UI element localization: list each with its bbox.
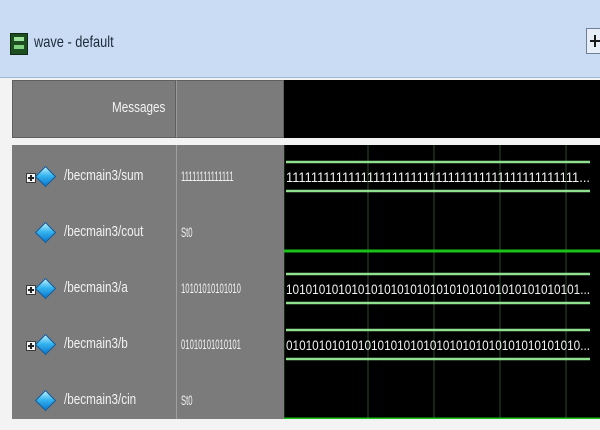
signal-value: 01010101010101 — [181, 336, 241, 352]
signal-row[interactable]: /becmain3/a — [12, 262, 176, 318]
wave-timeline-header — [284, 80, 600, 138]
signal-diamond-icon — [34, 165, 57, 188]
signal-value: St0 — [181, 224, 193, 240]
signal-value: 10101010101010 — [181, 280, 241, 296]
signal-row[interactable]: /becmain3/sum — [12, 150, 176, 206]
signal-name: /becmain3/cout — [64, 223, 144, 240]
signal-row[interactable]: /becmain3/cin — [12, 374, 176, 430]
window-title: wave - default — [34, 34, 114, 51]
signal-value: 11111111111111 — [181, 168, 234, 184]
signal-name-pane: /becmain3/sum/becmain3/cout/becmain3/a/b… — [12, 145, 176, 419]
signal-diamond-icon — [34, 277, 57, 300]
signal-name: /becmain3/cin — [64, 391, 137, 408]
signal-row[interactable]: /becmain3/cout — [12, 206, 176, 262]
signal-name: /becmain3/b — [64, 335, 128, 352]
expand-plus-icon[interactable] — [26, 173, 36, 183]
signal-diamond-icon — [34, 221, 57, 244]
value-column-header — [176, 80, 284, 138]
signal-name: /becmain3/sum — [64, 167, 144, 184]
plus-dock-icon[interactable] — [586, 28, 600, 54]
messages-label: Messages — [111, 99, 165, 116]
signal-value: St0 — [181, 392, 193, 408]
signal-value-pane: 11111111111111 St0 10101010101010 010101010… — [176, 145, 284, 419]
bus-value-label: 1010101010101010101010101010101010101010… — [286, 281, 590, 297]
modelsim-wave-icon — [10, 33, 28, 55]
signal-diamond-icon — [34, 389, 57, 412]
signal-name: /becmain3/a — [64, 279, 128, 296]
expand-plus-icon[interactable] — [26, 341, 36, 351]
bus-value-label: 1111111111111111111111111111111111111111… — [286, 169, 590, 185]
bus-value-label: 0101010101010101010101010101010101010101… — [286, 337, 590, 353]
window-title-bar: wave - default — [0, 0, 600, 78]
waveform-svg: 1111111111111111111111111111111111111111… — [284, 145, 600, 419]
expand-plus-icon[interactable] — [26, 285, 36, 295]
signal-row[interactable]: /becmain3/b — [12, 318, 176, 374]
signal-diamond-icon — [34, 333, 57, 356]
messages-header: Messages — [12, 80, 176, 138]
waveform-pane[interactable]: 1111111111111111111111111111111111111111… — [284, 145, 600, 419]
